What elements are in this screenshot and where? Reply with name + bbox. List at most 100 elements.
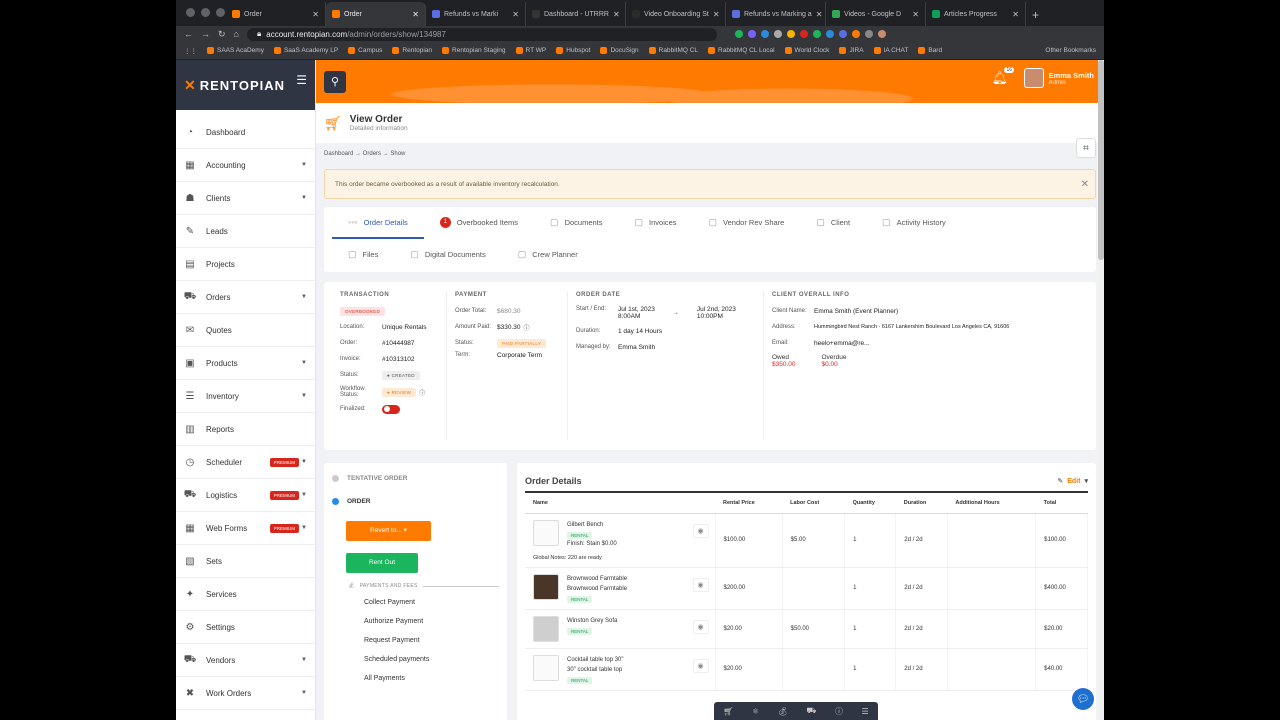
browser-tab[interactable]: Order ✕ <box>226 2 326 26</box>
close-tab-icon[interactable]: ✕ <box>412 10 419 19</box>
tab-documents[interactable]: ▢ Documents <box>534 207 618 239</box>
sidebar-item-leads[interactable]: ✎ Leads <box>176 215 315 248</box>
bookmark-item[interactable]: RabbitMQ CL Local <box>708 47 775 54</box>
close-tab-icon[interactable]: ✕ <box>713 10 720 19</box>
money-bag-icon[interactable]: 💰︎ <box>778 707 788 716</box>
close-tab-icon[interactable]: ✕ <box>312 10 319 19</box>
product-name[interactable]: Winston Grey Sofa <box>567 616 617 626</box>
product-thumbnail[interactable] <box>533 654 559 681</box>
payment-link[interactable]: All Payments <box>364 675 499 682</box>
payment-link[interactable]: Authorize Payment <box>364 618 499 625</box>
bookmark-item[interactable]: RabbitMQ CL <box>648 47 698 54</box>
bookmark-item[interactable]: SaaS Academy LP <box>273 47 338 54</box>
tab-vendor-rev-share[interactable]: ▢ Vendor Rev Share <box>693 207 801 239</box>
close-tab-icon[interactable]: ✕ <box>613 10 620 19</box>
bookmark-item[interactable]: SAAS AcaDemy <box>207 47 264 54</box>
apps-icon[interactable]: ⋮⋮ <box>184 47 197 55</box>
payment-link[interactable]: Collect Payment <box>364 599 499 606</box>
other-bookmarks[interactable]: Other Bookmarks <box>1045 47 1096 54</box>
table-row[interactable]: Brownwood Farmtable Brownwood Farmtable RE… <box>525 567 1088 610</box>
workflow-step[interactable]: ORDER <box>332 498 499 505</box>
sidebar-item-logistics[interactable]: ⛟ Logistics PREMIUM ▼ <box>176 479 315 512</box>
product-name[interactable]: Brownwood Farmtable <box>567 574 627 584</box>
client-email[interactable]: heelo+emma@re... <box>814 340 870 347</box>
status-badge[interactable]: ● CREATED <box>382 370 420 380</box>
close-tab-icon[interactable]: ✕ <box>816 10 823 19</box>
finalized-toggle[interactable] <box>382 404 400 414</box>
close-tab-icon[interactable]: ✕ <box>512 10 519 19</box>
atom-icon[interactable]: ⚛ <box>752 707 759 716</box>
close-tab-icon[interactable]: ✕ <box>912 10 919 19</box>
sidebar-item-web-forms[interactable]: ▦ Web Forms PREMIUM ▼ <box>176 512 315 545</box>
bookmark-item[interactable]: Campus <box>348 47 382 54</box>
browser-tab[interactable]: Dashboard - UTRRR ✕ <box>526 2 626 26</box>
close-icon[interactable]: ✕ <box>1081 179 1089 190</box>
table-row[interactable]: Gilbert Bench RENTAL Finish: Stain $0.00 ◉ G… <box>525 513 1088 568</box>
back-icon[interactable]: ← <box>184 29 193 39</box>
workflow-step[interactable]: TENTATIVE ORDER <box>332 475 499 482</box>
bookmark-item[interactable]: Rentopian Staging <box>442 47 506 54</box>
product-name[interactable]: Cocktail table top 30" <box>567 655 624 665</box>
browser-tab[interactable]: Refunds vs Marking a ✕ <box>726 2 826 26</box>
bookmark-item[interactable]: JIRA <box>839 47 864 54</box>
bookmark-item[interactable]: Hubspot <box>556 47 590 54</box>
payment-link[interactable]: Scheduled payments <box>364 656 499 663</box>
sidebar-item-accounting[interactable]: ▦ Accounting ▼ <box>176 149 315 182</box>
sidebar-item-dashboard[interactable]: ◔ Dashboard <box>176 116 315 149</box>
reload-icon[interactable]: ↻ <box>218 29 226 40</box>
product-thumbnail[interactable] <box>533 519 559 546</box>
eye-icon[interactable]: ◉ <box>692 658 709 673</box>
browser-tab[interactable]: Refunds vs Marki ✕ <box>426 2 526 26</box>
window-controls[interactable] <box>186 8 225 17</box>
client-name[interactable]: Emma Smith (Event Planner) <box>814 308 898 315</box>
rent-out-button[interactable]: Rent Out <box>346 553 418 573</box>
workflow-badge[interactable]: ● REVIEW <box>382 387 417 397</box>
sidebar-item-scheduler[interactable]: ◷ Scheduler PREMIUM ▼ <box>176 446 315 479</box>
sidebar-item-reports[interactable]: ▥ Reports <box>176 413 315 446</box>
sidebar-item-orders[interactable]: ⛟ Orders ▼ <box>176 281 315 314</box>
breadcrumb-links[interactable]: Dashboard → Orders → Show <box>324 151 405 157</box>
new-tab-button[interactable]: + <box>1026 8 1045 26</box>
sidebar-item-work-orders[interactable]: ✖ Work Orders ▼ <box>176 677 315 710</box>
home-icon[interactable]: ⌂ <box>234 29 239 39</box>
eye-icon[interactable]: ◉ <box>692 577 709 592</box>
forward-icon[interactable]: → <box>201 29 210 39</box>
tab-files[interactable]: ▢ Files <box>332 239 394 271</box>
tab-invoices[interactable]: ▢ Invoices <box>619 207 693 239</box>
barcode-scan-button[interactable]: ⌗ <box>1076 138 1096 158</box>
cart-icon[interactable]: 🛒︎ <box>723 707 733 716</box>
bookmark-item[interactable]: RT WP <box>515 47 546 54</box>
chat-button[interactable]: 💬︎ <box>1072 688 1094 710</box>
payment-link[interactable]: Request Payment <box>364 637 499 644</box>
revert-button[interactable]: Revert to... ▾ <box>346 521 431 541</box>
info-icon[interactable]: ⓘ <box>524 323 530 332</box>
eye-icon[interactable]: ◉ <box>692 523 709 538</box>
sidebar-item-clients[interactable]: ☗ Clients ▼ <box>176 182 315 215</box>
eye-icon[interactable]: ◉ <box>692 619 709 634</box>
truck-icon[interactable]: ⛟ <box>806 706 816 716</box>
info-icon[interactable]: ⓘ <box>835 706 843 717</box>
sidebar-item-vendors[interactable]: ⛟ Vendors ▼ <box>176 644 315 677</box>
bookmark-item[interactable]: Bard <box>918 47 942 54</box>
bookmark-item[interactable]: IA CHAT <box>873 47 908 54</box>
bookmark-item[interactable]: DocuSign <box>600 47 639 54</box>
tab-overbooked-items[interactable]: 1 Overbooked Items <box>424 207 534 239</box>
hamburger-menu-icon[interactable]: ☰ <box>296 73 307 87</box>
product-name[interactable]: Gilbert Bench <box>567 520 617 530</box>
extension-icons[interactable] <box>734 30 886 38</box>
tab-activity-history[interactable]: ▢ Activity History <box>866 207 962 239</box>
table-row[interactable]: Winston Grey Sofa RENTAL ◉ $20.00 $50.00 1 2d … <box>525 609 1088 649</box>
sidebar-item-quotes[interactable]: ✉ Quotes <box>176 314 315 347</box>
browser-tab[interactable]: Order ✕ <box>326 2 426 26</box>
bookmark-item[interactable]: Rentopian <box>392 47 432 54</box>
sidebar-item-services[interactable]: ✦ Services <box>176 578 315 611</box>
info-icon[interactable]: ⓘ <box>419 388 425 397</box>
close-tab-icon[interactable]: ✕ <box>1012 10 1019 19</box>
sidebar-item-inventory[interactable]: ☰ Inventory ▼ <box>176 380 315 413</box>
edit-button[interactable]: ✎ Edit ▾ <box>1057 477 1088 486</box>
browser-tab[interactable]: Articles Progress ✕ <box>926 2 1026 26</box>
notification-bell-icon[interactable]: 🔔︎ 16 <box>991 67 1014 86</box>
product-thumbnail[interactable] <box>533 615 559 642</box>
scrollbar[interactable] <box>1098 60 1104 720</box>
sidebar-item-settings[interactable]: ⚙ Settings <box>176 611 315 644</box>
